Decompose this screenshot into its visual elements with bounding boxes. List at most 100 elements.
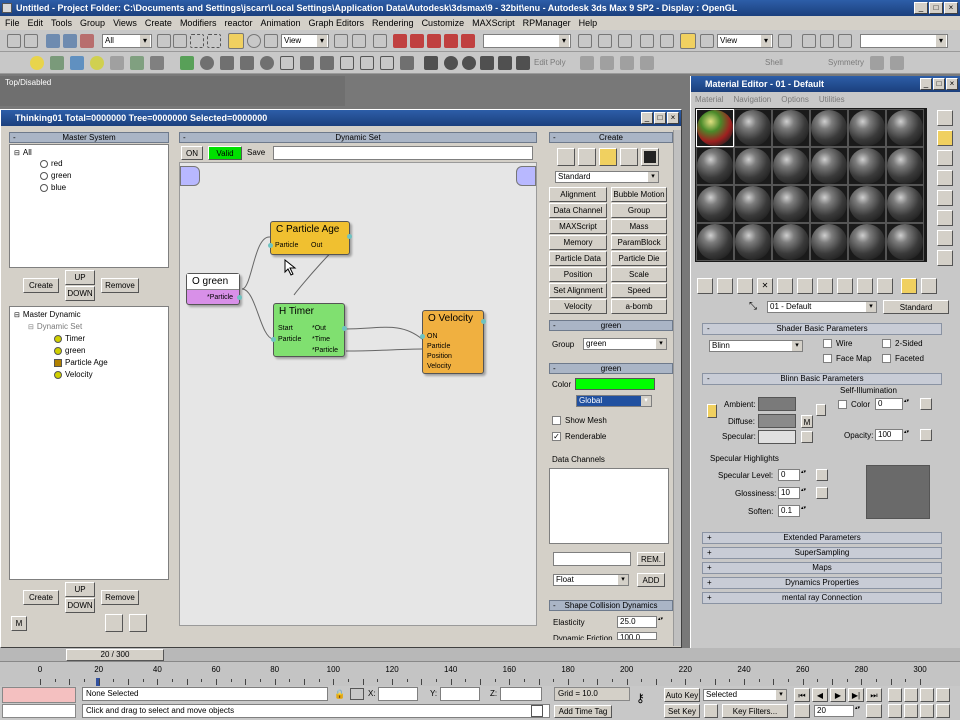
mat-menu-material[interactable]: Material xyxy=(695,93,723,106)
green-node[interactable]: O green *Particle xyxy=(186,273,242,305)
mat-maximize-button[interactable]: □ xyxy=(933,78,945,90)
tool-icon-8[interactable] xyxy=(480,56,494,70)
a-bomb-button[interactable]: a-bomb xyxy=(611,299,667,314)
create-panel-header[interactable]: - Create xyxy=(549,132,673,143)
position-button[interactable]: Position xyxy=(549,267,607,282)
next-frame-icon[interactable]: ▶| xyxy=(848,688,864,702)
alignment-button[interactable]: Alignment xyxy=(549,187,607,202)
tool-icon-4[interactable] xyxy=(400,56,414,70)
set-alignment-button[interactable]: Set Alignment xyxy=(549,283,607,298)
opacity-spinner[interactable]: 100 xyxy=(875,429,912,441)
specular-map-button[interactable] xyxy=(801,431,813,443)
time-tag-icon[interactable] xyxy=(531,705,543,717)
sample-slot[interactable] xyxy=(810,223,848,261)
tree-velocity[interactable]: Velocity xyxy=(54,370,93,379)
torus-prim-icon[interactable] xyxy=(260,56,274,70)
group-button[interactable]: Group xyxy=(611,203,667,218)
toolbar-icon-b[interactable] xyxy=(820,34,834,48)
link-icon[interactable] xyxy=(46,34,60,48)
face-map-checkbox[interactable] xyxy=(823,354,832,363)
cylinder-prim-icon[interactable] xyxy=(220,56,234,70)
tree-all[interactable]: ⊟ All xyxy=(14,148,32,157)
x-field[interactable] xyxy=(378,687,418,701)
shape-collision-header[interactable]: - Shape Collision Dynamics xyxy=(549,600,673,611)
material-type-button[interactable]: Standard xyxy=(883,300,949,314)
dynamics-properties-rollout[interactable]: + Dynamics Properties xyxy=(702,577,942,589)
put-to-library-icon[interactable] xyxy=(817,278,833,294)
menu-reactor[interactable]: reactor xyxy=(222,18,258,28)
render-production-icon[interactable] xyxy=(778,34,792,48)
toolbar-dropdown-right[interactable] xyxy=(860,34,948,48)
select-by-name-icon[interactable] xyxy=(173,34,187,48)
material-effects-channel-icon[interactable] xyxy=(837,278,853,294)
modifier-icon-3[interactable] xyxy=(620,56,634,70)
spacewarp-prim-icon[interactable] xyxy=(130,56,144,70)
maximize-viewport-icon[interactable] xyxy=(936,704,950,718)
paste-icon[interactable] xyxy=(129,614,147,632)
specular-swatch[interactable] xyxy=(758,430,796,444)
go-forward-sibling-icon[interactable] xyxy=(921,278,937,294)
magnifier-icon[interactable] xyxy=(620,148,638,166)
percent-snap-icon[interactable] xyxy=(410,34,424,48)
valid-button[interactable]: Valid xyxy=(208,146,242,160)
sample-slot[interactable] xyxy=(696,185,734,223)
menu-maxscript[interactable]: MAXScript xyxy=(470,18,521,28)
timer-output-dot[interactable] xyxy=(342,326,347,331)
self-illum-map-button[interactable] xyxy=(920,398,932,410)
velocity-port-particle[interactable]: Particle xyxy=(427,343,450,350)
particle-age-output-dot[interactable] xyxy=(347,234,352,239)
dynamic-friction-spinner[interactable]: 100.0 xyxy=(617,632,657,640)
master-dynamic-tree[interactable]: ⊟ Master Dynamic ⊟ Dynamic Set Timer green… xyxy=(9,306,169,580)
go-to-end-icon[interactable]: ⏭ xyxy=(866,688,882,702)
diffuse-swatch[interactable] xyxy=(758,414,796,428)
menu-edit[interactable]: Edit xyxy=(26,18,50,28)
cube-icon[interactable] xyxy=(641,148,659,166)
mat-menu-utilities[interactable]: Utilities xyxy=(819,93,845,106)
make-preview-icon[interactable] xyxy=(937,210,953,226)
get-material-icon[interactable] xyxy=(697,278,713,294)
tool-icon-10[interactable] xyxy=(516,56,530,70)
master-system-header[interactable]: - Master System xyxy=(9,132,169,143)
sample-slot[interactable] xyxy=(696,223,734,261)
tool-icon-5[interactable] xyxy=(424,56,438,70)
tool-icon-7[interactable] xyxy=(462,56,476,70)
green-output-dot[interactable] xyxy=(237,295,242,300)
data-channels-list[interactable] xyxy=(549,468,669,544)
shader-basic-header[interactable]: - Shader Basic Parameters xyxy=(702,323,942,335)
options-icon[interactable] xyxy=(937,230,953,246)
tree-particle-age[interactable]: Particle Age xyxy=(54,358,108,367)
speed-button[interactable]: Speed xyxy=(611,283,667,298)
master-dynamic-remove-button[interactable]: Remove xyxy=(101,590,139,605)
tree-blue[interactable]: blue xyxy=(40,183,66,192)
particle-age-node[interactable]: C Particle Age Particle Out xyxy=(268,221,352,255)
grid-icon[interactable] xyxy=(578,148,596,166)
tree-master-dynamic[interactable]: ⊟ Master Dynamic xyxy=(14,310,81,319)
sample-slot[interactable] xyxy=(848,109,886,147)
menu-customize[interactable]: Customize xyxy=(420,18,471,28)
material-name-field[interactable]: 01 - Default xyxy=(767,301,877,313)
soften-spinner[interactable]: 0.1 xyxy=(778,505,809,517)
modifier-icon-4[interactable] xyxy=(640,56,654,70)
zoom-extents-all-icon[interactable] xyxy=(936,688,950,702)
self-illum-color-checkbox[interactable] xyxy=(838,400,847,409)
sample-slot[interactable] xyxy=(734,109,772,147)
mass-button[interactable]: Mass xyxy=(611,219,667,234)
camera-prim-icon[interactable] xyxy=(70,56,84,70)
timer-port-particle-out[interactable]: *Particle xyxy=(312,347,338,354)
tree-dynamic-set[interactable]: ⊟ Dynamic Set xyxy=(28,322,82,331)
zoom-icon[interactable] xyxy=(888,688,902,702)
menu-help[interactable]: Help xyxy=(577,18,604,28)
systems-prim-icon[interactable] xyxy=(150,56,164,70)
key-filters-button[interactable]: Key Filters... xyxy=(722,704,788,718)
tool-icon-1[interactable] xyxy=(340,56,354,70)
sample-slot[interactable] xyxy=(696,147,734,185)
reset-map-icon[interactable]: ✕ xyxy=(757,278,773,294)
supersampling-rollout[interactable]: + SuperSampling xyxy=(702,547,942,559)
velocity-input-dot[interactable] xyxy=(420,334,425,339)
go-to-parent-icon[interactable] xyxy=(901,278,917,294)
unlink-icon[interactable] xyxy=(63,34,77,48)
category-dropdown[interactable]: Standard xyxy=(555,171,659,183)
timer-port-time[interactable]: *Time xyxy=(312,336,330,343)
quick-render-icon[interactable] xyxy=(700,34,714,48)
opacity-map-button[interactable] xyxy=(920,429,932,441)
